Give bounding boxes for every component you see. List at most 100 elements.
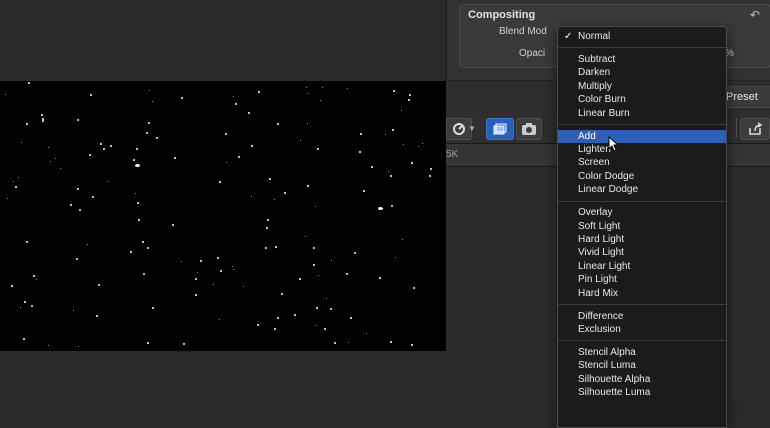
star-particle <box>21 142 22 143</box>
star-particle <box>152 307 154 309</box>
menu-item-difference[interactable]: Difference <box>558 310 726 323</box>
star-particle <box>277 123 279 125</box>
menu-separator <box>558 340 726 342</box>
star-particle <box>233 269 234 270</box>
menu-item-stencil-luma[interactable]: Stencil Luma <box>558 359 726 372</box>
menu-item-linear-dodge[interactable]: Linear Dodge <box>558 183 726 196</box>
star-particle <box>15 186 17 188</box>
menu-item-pin-light[interactable]: Pin Light <box>558 273 726 286</box>
star-particle <box>26 123 28 125</box>
star-particle <box>197 272 198 273</box>
star-particle <box>18 177 19 178</box>
menu-item-subtract[interactable]: Subtract <box>558 53 726 66</box>
menu-item-hard-mix[interactable]: Hard Mix <box>558 287 726 300</box>
star-particle <box>258 91 260 93</box>
menu-item-exclusion[interactable]: Exclusion <box>558 323 726 336</box>
star-particle <box>42 120 44 122</box>
star-particle <box>92 196 94 198</box>
star-particle <box>152 101 153 102</box>
menu-item-linear-light[interactable]: Linear Light <box>558 260 726 273</box>
snapshot-button[interactable] <box>516 118 542 140</box>
star-particle <box>33 275 35 277</box>
menu-separator <box>558 47 726 49</box>
share-button[interactable] <box>740 118 770 140</box>
star-particle <box>219 319 220 320</box>
menu-item-color-dodge[interactable]: Color Dodge <box>558 170 726 183</box>
star-particle <box>408 99 410 101</box>
star-particle <box>110 145 112 147</box>
star-particle <box>413 287 415 289</box>
menu-item-multiply[interactable]: Multiply <box>558 80 726 93</box>
star-particle <box>148 122 150 124</box>
star-particle <box>395 257 396 258</box>
star-particle <box>143 273 145 275</box>
menu-item-silhouette-alpha[interactable]: Silhouette Alpha <box>558 373 726 386</box>
transform-button[interactable] <box>486 118 514 140</box>
menu-item-normal[interactable]: Normal ✓ <box>558 30 726 43</box>
viewer-bottom-bar <box>0 351 446 400</box>
menu-item-add[interactable]: Add <box>558 129 726 143</box>
menu-item-stencil-alpha[interactable]: Stencil Alpha <box>558 346 726 359</box>
star-particle <box>326 298 327 299</box>
menu-separator <box>558 304 726 305</box>
retime-icon <box>453 123 465 135</box>
star-particle <box>243 286 244 287</box>
star-particle <box>257 324 259 326</box>
star-particle <box>55 158 56 159</box>
blend-mode-menu[interactable]: Normal ✓ Subtract Darken Multiply Color Burn L… <box>557 26 727 428</box>
menu-item-vivid-light[interactable]: Vivid Light <box>558 246 726 259</box>
star-particle <box>232 266 233 267</box>
menu-item-color-burn[interactable]: Color Burn <box>558 93 726 106</box>
camera-icon <box>522 123 536 135</box>
star-particle <box>348 342 349 343</box>
star-particle <box>248 112 250 114</box>
star-particle <box>350 317 352 319</box>
star-particle <box>181 261 182 262</box>
menu-item-lighten[interactable]: Lighten <box>558 143 726 156</box>
star-particle <box>366 333 367 334</box>
star-particle <box>354 252 356 254</box>
menu-item-silhouette-luma[interactable]: Silhouette Luma <box>558 386 726 399</box>
reset-arrow-icon[interactable]: ↶ <box>750 8 760 22</box>
star-particle <box>307 185 309 187</box>
chevron-down-icon[interactable]: ▼ <box>468 124 476 133</box>
star-particle <box>219 181 221 183</box>
star-particle <box>429 175 431 177</box>
share-icon <box>749 122 763 135</box>
star-particle <box>411 344 413 346</box>
menu-item-hard-light[interactable]: Hard Light <box>558 233 726 246</box>
star-particle <box>20 307 21 308</box>
star-particle <box>183 343 185 345</box>
opacity-label: Opaci <box>519 48 546 59</box>
menu-item-soft-light[interactable]: Soft Light <box>558 220 726 233</box>
toolbar-divider <box>736 118 737 138</box>
star-particle <box>147 342 149 344</box>
star-particle <box>147 247 149 249</box>
star-particle <box>5 94 6 95</box>
star-particle <box>317 148 319 150</box>
menu-item-overlay[interactable]: Overlay <box>558 206 726 219</box>
transform-icon <box>493 123 507 135</box>
star-particle <box>388 171 389 172</box>
viewer-top-bar <box>0 0 446 81</box>
star-particle <box>251 145 253 147</box>
star-particle <box>402 239 403 240</box>
mouse-pointer-icon <box>608 136 620 152</box>
star-particle <box>306 87 307 88</box>
star-particle <box>320 100 321 101</box>
menu-item-screen[interactable]: Screen <box>558 156 726 169</box>
menu-item-darken[interactable]: Darken <box>558 66 726 79</box>
star-particle <box>294 314 296 316</box>
star-particle <box>36 279 37 280</box>
video-viewer[interactable] <box>0 81 446 351</box>
star-particle <box>266 227 268 229</box>
star-particle <box>136 148 138 150</box>
star-particle <box>26 241 28 243</box>
star-particle <box>103 148 105 150</box>
star-particle <box>418 146 419 147</box>
star-particle <box>70 204 72 206</box>
star-particle <box>79 209 81 211</box>
menu-item-linear-burn[interactable]: Linear Burn <box>558 107 726 120</box>
star-particle <box>363 190 365 192</box>
star-particle <box>331 260 332 261</box>
